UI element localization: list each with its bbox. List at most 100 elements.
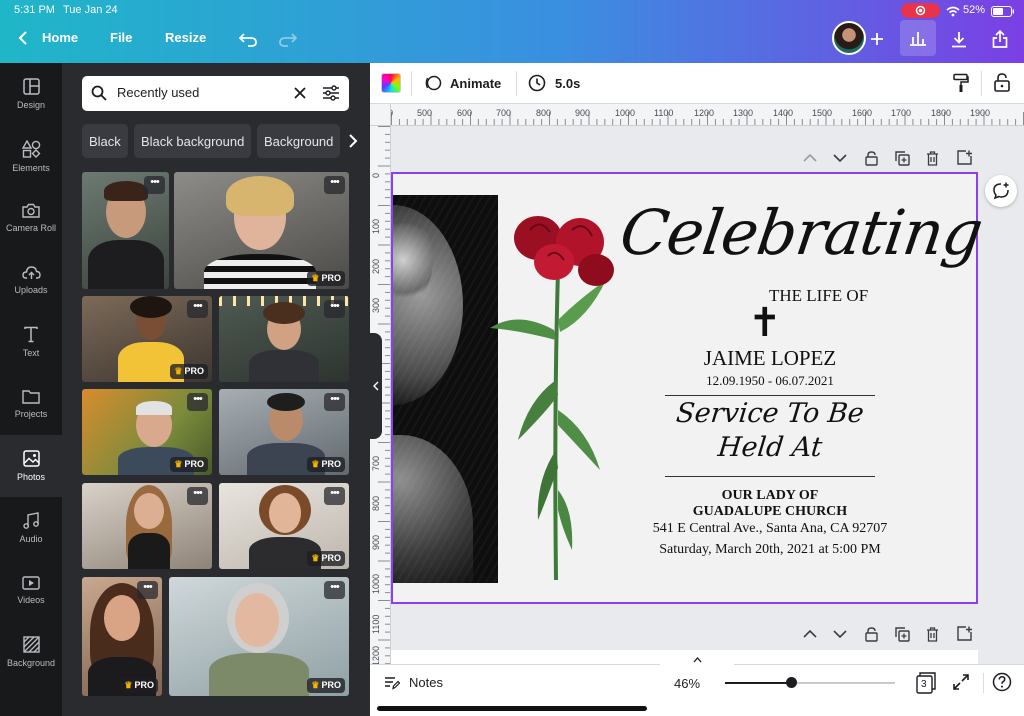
- add-page-icon[interactable]: [957, 626, 972, 641]
- chip-background[interactable]: Background: [257, 124, 341, 158]
- more-options-icon[interactable]: •••: [324, 487, 345, 505]
- file-menu[interactable]: File: [110, 30, 132, 45]
- download-button[interactable]: [942, 22, 976, 56]
- rail-camera-roll[interactable]: Camera Roll: [0, 187, 62, 249]
- chevron-up-icon: [693, 657, 701, 663]
- rail-photos[interactable]: Photos: [0, 435, 62, 497]
- chip-black[interactable]: Black: [82, 124, 128, 158]
- photo-thumbnail[interactable]: •••: [82, 483, 212, 569]
- add-page-icon[interactable]: [957, 150, 972, 165]
- add-comment-button[interactable]: [985, 175, 1017, 207]
- collapse-panel-handle[interactable]: [369, 333, 382, 439]
- undo-button[interactable]: [231, 22, 265, 56]
- duplicate-icon[interactable]: [895, 627, 910, 642]
- screen-record-indicator[interactable]: [901, 3, 940, 18]
- chevron-right-icon[interactable]: [348, 134, 358, 148]
- more-options-icon[interactable]: •••: [324, 176, 345, 194]
- animate-icon: [425, 75, 442, 91]
- clear-icon[interactable]: [294, 87, 306, 99]
- more-options-icon[interactable]: •••: [187, 300, 208, 318]
- page-count-button[interactable]: 3: [916, 672, 936, 694]
- the-life-of-text[interactable]: THE LIFE OF: [769, 286, 868, 306]
- search-box[interactable]: Recently used: [82, 76, 349, 111]
- rail-background[interactable]: Background: [0, 621, 62, 683]
- photo-thumbnail[interactable]: ••• ♛ PRO: [82, 296, 212, 382]
- more-options-icon[interactable]: •••: [324, 393, 345, 411]
- add-collaborator-button[interactable]: [860, 22, 894, 56]
- rail-text[interactable]: Text: [0, 311, 62, 373]
- portrait-image[interactable]: [393, 195, 498, 583]
- ruler-label: 600: [457, 108, 473, 118]
- rail-projects[interactable]: Projects: [0, 373, 62, 435]
- search-input[interactable]: Recently used: [117, 85, 199, 100]
- insights-button[interactable]: [900, 20, 936, 56]
- chevron-down-icon[interactable]: [833, 153, 847, 163]
- design-page[interactable]: Celebrating THE LIFE OF ✝ JAIME LOPEZ 12…: [391, 172, 987, 604]
- rail-audio[interactable]: Audio: [0, 497, 62, 559]
- zoom-value[interactable]: 46%: [674, 676, 700, 691]
- filter-sliders-icon[interactable]: [322, 85, 340, 101]
- datetime-text[interactable]: Saturday, March 20th, 2021 at 5:00 PM: [625, 542, 915, 558]
- ruler-label: 1100: [371, 614, 381, 634]
- redo-button[interactable]: [271, 22, 305, 56]
- trash-icon[interactable]: [926, 151, 939, 166]
- church-text-line2[interactable]: GUADALUPE CHURCH: [635, 504, 905, 520]
- plus-icon: [871, 33, 883, 45]
- photo-thumbnail[interactable]: •••: [219, 296, 349, 382]
- cross-symbol[interactable]: ✝: [748, 300, 782, 346]
- lock-icon[interactable]: [865, 151, 878, 166]
- chevron-up-icon[interactable]: [803, 629, 817, 639]
- expand-pages-handle[interactable]: [660, 654, 734, 666]
- duration-button[interactable]: 5.0s: [528, 74, 580, 92]
- rose-image[interactable]: [488, 210, 628, 580]
- photo-thumbnail[interactable]: ••• ♛ PRO: [82, 577, 162, 696]
- more-options-icon[interactable]: •••: [144, 176, 165, 194]
- paint-roller-icon[interactable]: [953, 73, 969, 93]
- address-text[interactable]: 541 E Central Ave., Santa Ana, CA 92707: [625, 521, 915, 537]
- fullscreen-icon[interactable]: [953, 674, 969, 690]
- home-button[interactable]: Home: [18, 30, 78, 45]
- horizontal-ruler: 0 500 600 700 800 900 1000 1100 1200 130…: [391, 104, 1024, 126]
- photo-thumbnail[interactable]: ••• ♛ PRO: [219, 389, 349, 475]
- more-options-icon[interactable]: •••: [137, 581, 158, 599]
- notes-button[interactable]: Notes: [384, 675, 443, 690]
- trash-icon[interactable]: [926, 627, 939, 642]
- photo-thumbnail[interactable]: ••• ♛ PRO: [219, 483, 349, 569]
- resize-menu[interactable]: Resize: [165, 30, 206, 45]
- help-icon[interactable]: [992, 672, 1012, 692]
- rail-uploads[interactable]: Uploads: [0, 249, 62, 311]
- zoom-slider-thumb[interactable]: [786, 677, 798, 688]
- chevron-down-icon[interactable]: [833, 629, 847, 639]
- more-options-icon[interactable]: •••: [187, 487, 208, 505]
- church-text-line1[interactable]: OUR LADY OF: [635, 488, 905, 504]
- service-text-line1[interactable]: Service To Be: [653, 398, 886, 429]
- redo-icon: [279, 33, 297, 47]
- photo-thumbnail[interactable]: ••• ♛ PRO: [82, 389, 212, 475]
- ruler-label: 1900: [970, 108, 991, 118]
- ruler-label: 1200: [371, 645, 381, 664]
- more-options-icon[interactable]: •••: [324, 581, 345, 599]
- chevron-up-icon[interactable]: [803, 153, 817, 163]
- color-picker-button[interactable]: [381, 73, 401, 93]
- chip-black-background[interactable]: Black background: [134, 124, 252, 158]
- share-button[interactable]: [983, 22, 1017, 56]
- celebrating-heading[interactable]: Celebrating: [616, 196, 987, 269]
- dates-text[interactable]: 12.09.1950 - 06.07.2021: [665, 373, 875, 389]
- photo-thumbnail[interactable]: ••• ♛ PRO: [174, 172, 349, 289]
- rail-elements[interactable]: Elements: [0, 125, 62, 187]
- unlock-icon[interactable]: [994, 73, 1010, 92]
- duplicate-icon[interactable]: [895, 151, 910, 166]
- home-label: Home: [42, 30, 79, 45]
- service-text-line2[interactable]: Held At: [653, 432, 886, 463]
- photo-thumbnail[interactable]: •••: [82, 172, 169, 289]
- zoom-slider[interactable]: [725, 677, 895, 688]
- home-indicator: [377, 706, 647, 711]
- lock-icon[interactable]: [865, 627, 878, 642]
- rail-design[interactable]: Design: [0, 63, 62, 125]
- more-options-icon[interactable]: •••: [324, 300, 345, 318]
- more-options-icon[interactable]: •••: [187, 393, 208, 411]
- animate-button[interactable]: Animate: [424, 74, 501, 92]
- name-text[interactable]: JAIME LOPEZ: [665, 346, 875, 371]
- photo-thumbnail[interactable]: ••• ♛ PRO: [169, 577, 349, 696]
- rail-videos[interactable]: Videos: [0, 559, 62, 621]
